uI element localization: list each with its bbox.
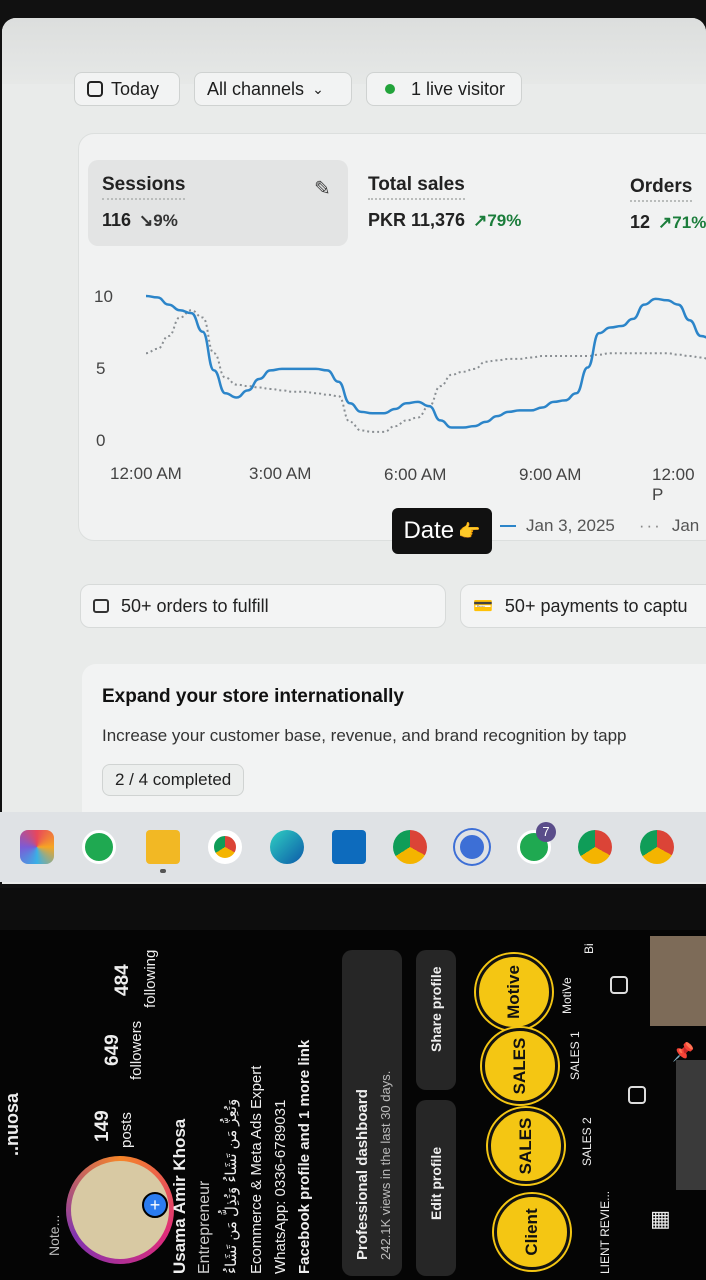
previous-period-line <box>145 309 706 433</box>
following-count[interactable]: 484 <box>112 964 134 996</box>
legend-current: Jan 3, 2025 <box>526 516 615 535</box>
sessions-metric[interactable]: Sessions 116 ↘9% ✎ <box>88 160 348 246</box>
channels-label: All channels <box>207 78 305 99</box>
today-label: Today <box>111 78 160 99</box>
arrow-up-icon: ↗ <box>473 211 488 230</box>
date-sticker-label: Date <box>403 517 455 544</box>
chart-legend: Jan 3, 2025 ··· Jan <box>500 516 699 536</box>
pointing-hand-icon: 👉 <box>458 520 481 541</box>
post-thumbnail[interactable] <box>650 936 706 1026</box>
sessions-value: 116 <box>102 210 132 230</box>
arrow-down-icon: ↘ <box>139 211 154 230</box>
profile-username: ..nuosa <box>2 1092 22 1156</box>
orders-to-fulfill-label: 50+ orders to fulfill <box>121 595 269 616</box>
expand-title: Expand your store internationally <box>102 686 404 707</box>
legend-solid-line-icon <box>500 525 516 527</box>
microsoft-store-icon[interactable] <box>332 830 366 864</box>
chrome-icon[interactable] <box>208 830 242 864</box>
file-explorer-icon[interactable] <box>146 830 180 864</box>
x-tick-label: 12:00 P <box>652 465 695 504</box>
chrome-profile-icon[interactable] <box>393 830 427 864</box>
reels-tab-icon[interactable] <box>610 976 628 994</box>
orders-metric[interactable]: Orders 12 ↗71% <box>630 176 706 233</box>
highlight-sales-2[interactable]: SALES <box>488 1108 564 1184</box>
posts-count: 149 <box>92 1110 113 1142</box>
sessions-line-chart <box>145 294 706 433</box>
date-sticker: Date 👉 <box>392 508 492 554</box>
x-tick-label: 9:00 AM <box>519 465 582 484</box>
x-tick-label: 3:00 AM <box>249 464 312 483</box>
expand-description: Increase your customer base, revenue, an… <box>102 726 627 745</box>
professional-dashboard-card[interactable] <box>342 950 402 1276</box>
highlight-label: MotiVe <box>560 977 574 1014</box>
profile-bio-line: Ecommerce & Meta Ads Expert <box>248 1065 265 1274</box>
sessions-title: Sessions <box>102 174 186 200</box>
payment-icon: 💳 <box>473 598 493 615</box>
add-story-icon[interactable]: + <box>142 1192 168 1218</box>
orders-to-fulfill-button[interactable]: 50+ orders to fulfill <box>80 584 446 628</box>
live-visitor-button[interactable]: 1 live visitor <box>366 72 522 106</box>
posts-label: posts <box>118 1112 135 1148</box>
calendar-icon <box>87 81 103 97</box>
whatsapp-icon[interactable] <box>82 830 116 864</box>
note-label: Note... <box>46 1214 62 1256</box>
sessions-change: 9% <box>153 211 178 230</box>
x-tick-label: 12:00 AM <box>110 464 182 483</box>
highlight-label: SALES 1 <box>568 1031 582 1080</box>
total-sales-metric[interactable]: Total sales PKR 11,376 ↗79% <box>368 174 521 231</box>
followers-label[interactable]: followers <box>128 1021 145 1080</box>
highlight-label: SALES 2 <box>580 1117 594 1166</box>
profile-links[interactable]: Facebook profile and 1 more link <box>296 1040 313 1274</box>
profile-arabic-verse: وَتُعِزُّ مَن تَشَاءُ وَتُذِلُّ مَن تَشَ… <box>223 1098 240 1274</box>
arrow-up-icon: ↗ <box>658 213 673 232</box>
profile-whatsapp: WhatsApp: 0336-6789031 <box>272 1099 289 1274</box>
chrome-profile-icon[interactable] <box>640 830 674 864</box>
tagged-tab-icon[interactable] <box>628 1086 646 1104</box>
pencil-icon[interactable]: ✎ <box>314 176 331 201</box>
highlight-label: LIENT REVIE... <box>598 1190 612 1274</box>
share-profile-label: Share profile <box>428 966 444 1052</box>
active-indicator <box>160 869 166 873</box>
highlight-client-reviews[interactable]: Client <box>494 1194 570 1270</box>
profile-name: Usama Amir Khosa <box>170 1118 189 1274</box>
channels-filter-button[interactable]: All channels ⌄ <box>194 72 352 106</box>
chevron-down-icon: ⌄ <box>312 80 324 97</box>
today-filter-button[interactable]: Today <box>74 72 180 106</box>
profile-category: Entrepreneur <box>196 1180 213 1274</box>
whatsapp-badge: 7 <box>536 822 556 842</box>
orders-value: 12 <box>630 212 651 232</box>
completion-badge: 2 / 4 completed <box>102 764 245 796</box>
highlight-sales-1[interactable]: SALES <box>482 1028 558 1104</box>
legend-dotted-line-icon: ··· <box>638 516 662 535</box>
orders-title: Orders <box>630 176 693 202</box>
live-dot-icon <box>385 84 395 94</box>
chrome-profile-icon[interactable] <box>578 830 612 864</box>
orders-change: 71% <box>672 213 706 232</box>
dashboard-subtitle: 242.1K views in the last 30 days. <box>378 1070 393 1260</box>
payments-to-capture-button[interactable]: 💳 50+ payments to captu <box>460 584 706 628</box>
windows-taskbar: 7 <box>0 812 706 882</box>
highlight-label: Bi <box>582 943 596 954</box>
sales-value: PKR 11,376 <box>368 210 466 230</box>
copilot-icon[interactable] <box>20 830 54 864</box>
grid-tab-icon[interactable]: ▦ <box>650 1206 671 1232</box>
followers-count[interactable]: 649 <box>102 1034 124 1066</box>
sales-change: 79% <box>487 211 522 230</box>
legend-previous: Jan <box>671 516 700 535</box>
following-label[interactable]: following <box>142 950 159 1008</box>
post-thumbnail[interactable] <box>676 1060 706 1190</box>
edit-profile-label: Edit profile <box>428 1146 444 1220</box>
payments-label: 50+ payments to captu <box>504 595 688 616</box>
x-tick-label: 6:00 AM <box>384 465 447 484</box>
phone-instagram-profile: ..nuosa Note... + 149 posts 649 follower… <box>0 930 706 1280</box>
inbox-icon <box>93 599 109 613</box>
edge-icon[interactable] <box>270 830 304 864</box>
monitor-stand <box>0 888 706 932</box>
chrome-blue-icon[interactable] <box>455 830 489 864</box>
sales-title: Total sales <box>368 174 465 200</box>
live-visitor-label: 1 live visitor <box>411 78 506 99</box>
dashboard-title: Professional dashboard <box>354 1089 371 1260</box>
monitor: Today All channels ⌄ 1 live visitor Sess… <box>0 0 706 890</box>
highlight-motive[interactable]: Motive <box>476 954 552 1030</box>
